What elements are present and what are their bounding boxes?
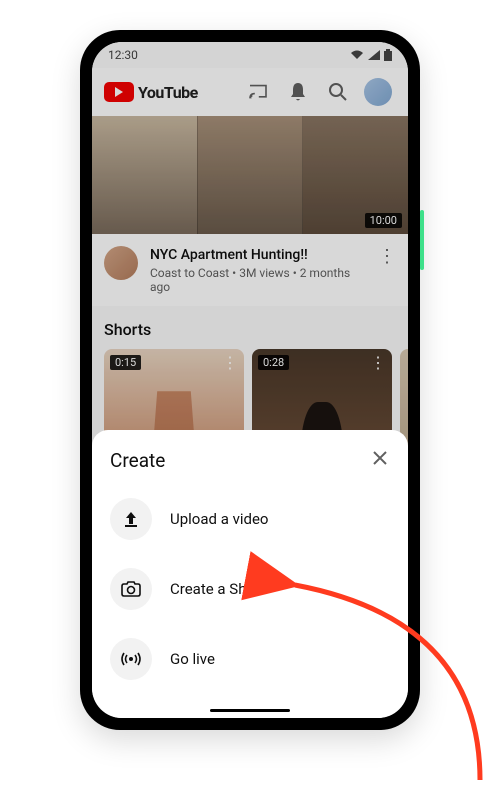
screen: 12:30 YouTube bbox=[92, 42, 408, 718]
sheet-item-label: Upload a video bbox=[170, 510, 268, 528]
sheet-item-label: Go live bbox=[170, 650, 215, 668]
create-sheet: Create Upload a video Create a Short bbox=[92, 430, 408, 718]
live-icon bbox=[110, 638, 152, 680]
upload-icon bbox=[110, 498, 152, 540]
upload-video-item[interactable]: Upload a video bbox=[110, 484, 390, 554]
close-icon[interactable] bbox=[370, 448, 390, 472]
sheet-title: Create bbox=[110, 449, 165, 472]
create-short-item[interactable]: Create a Short bbox=[110, 554, 390, 624]
power-button bbox=[420, 210, 424, 270]
home-indicator[interactable] bbox=[210, 709, 290, 712]
camera-icon bbox=[110, 568, 152, 610]
phone-frame: 12:30 YouTube bbox=[80, 30, 420, 730]
sheet-item-label: Create a Short bbox=[170, 580, 265, 598]
go-live-item[interactable]: Go live bbox=[110, 624, 390, 694]
